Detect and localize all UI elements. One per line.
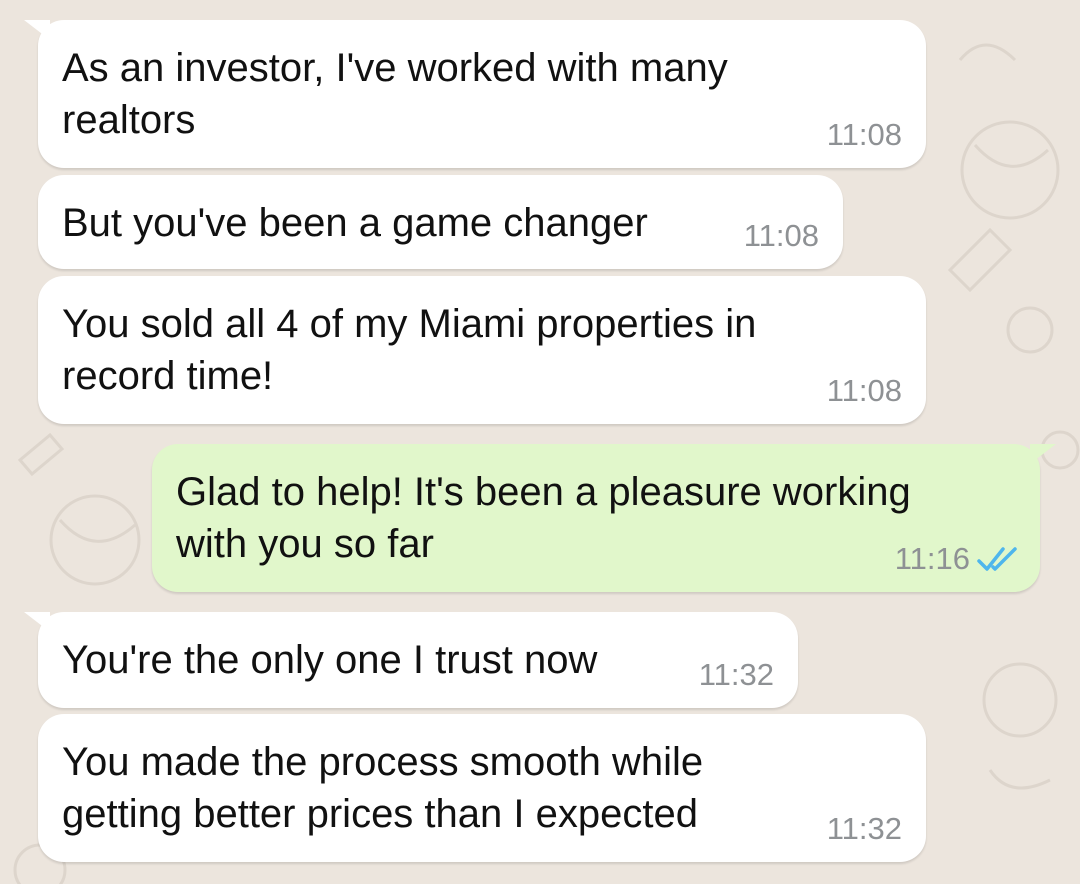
message-line: realtors	[62, 98, 196, 142]
message-line: with you so far	[176, 522, 434, 566]
message-bubble-incoming[interactable]: You sold all 4 of my Miami properties in…	[38, 276, 926, 424]
message-bubble-incoming[interactable]: But you've been a game changer 11:08	[38, 175, 843, 269]
message-line: record time!	[62, 354, 274, 398]
message-line: You sold all 4 of my Miami properties in	[62, 302, 757, 346]
message-text: As an investor, I've worked with many re…	[62, 42, 728, 146]
message-time: 11:08	[826, 117, 902, 152]
message-line: But you've been a game changer	[62, 201, 648, 245]
message-time: 11:08	[826, 373, 902, 408]
message-line: You're the only one I trust now	[62, 638, 598, 682]
bubble-tail	[24, 20, 50, 40]
message-time: 11:32	[698, 657, 774, 692]
message-bubble-outgoing[interactable]: Glad to help! It's been a pleasure worki…	[152, 444, 1056, 592]
message-text: You sold all 4 of my Miami properties in…	[62, 298, 756, 402]
message-text: But you've been a game changer	[62, 197, 648, 249]
message-bubble-incoming[interactable]: You're the only one I trust now 11:32	[24, 612, 798, 708]
message-line: You made the process smooth while	[62, 740, 704, 784]
message-text: You're the only one I trust now	[62, 634, 597, 686]
message-time: 11:08	[743, 218, 819, 253]
message-bubble-incoming[interactable]: As an investor, I've worked with many re…	[24, 20, 926, 168]
bubble-tail	[24, 612, 50, 632]
message-bubble-incoming[interactable]: You made the process smooth while gettin…	[38, 714, 926, 862]
bubble-tail	[1030, 444, 1056, 464]
chat-message-list[interactable]: As an investor, I've worked with many re…	[0, 0, 1080, 884]
message-text: Glad to help! It's been a pleasure worki…	[176, 466, 911, 570]
message-line: Glad to help! It's been a pleasure worki…	[176, 470, 911, 514]
message-text: You made the process smooth while gettin…	[62, 736, 703, 840]
double-check-icon	[977, 547, 1017, 571]
message-time: 11:16	[894, 541, 970, 576]
message-line: As an investor, I've worked with many	[62, 46, 728, 90]
message-time: 11:32	[826, 811, 902, 846]
message-line: getting better prices than I expected	[62, 792, 698, 836]
